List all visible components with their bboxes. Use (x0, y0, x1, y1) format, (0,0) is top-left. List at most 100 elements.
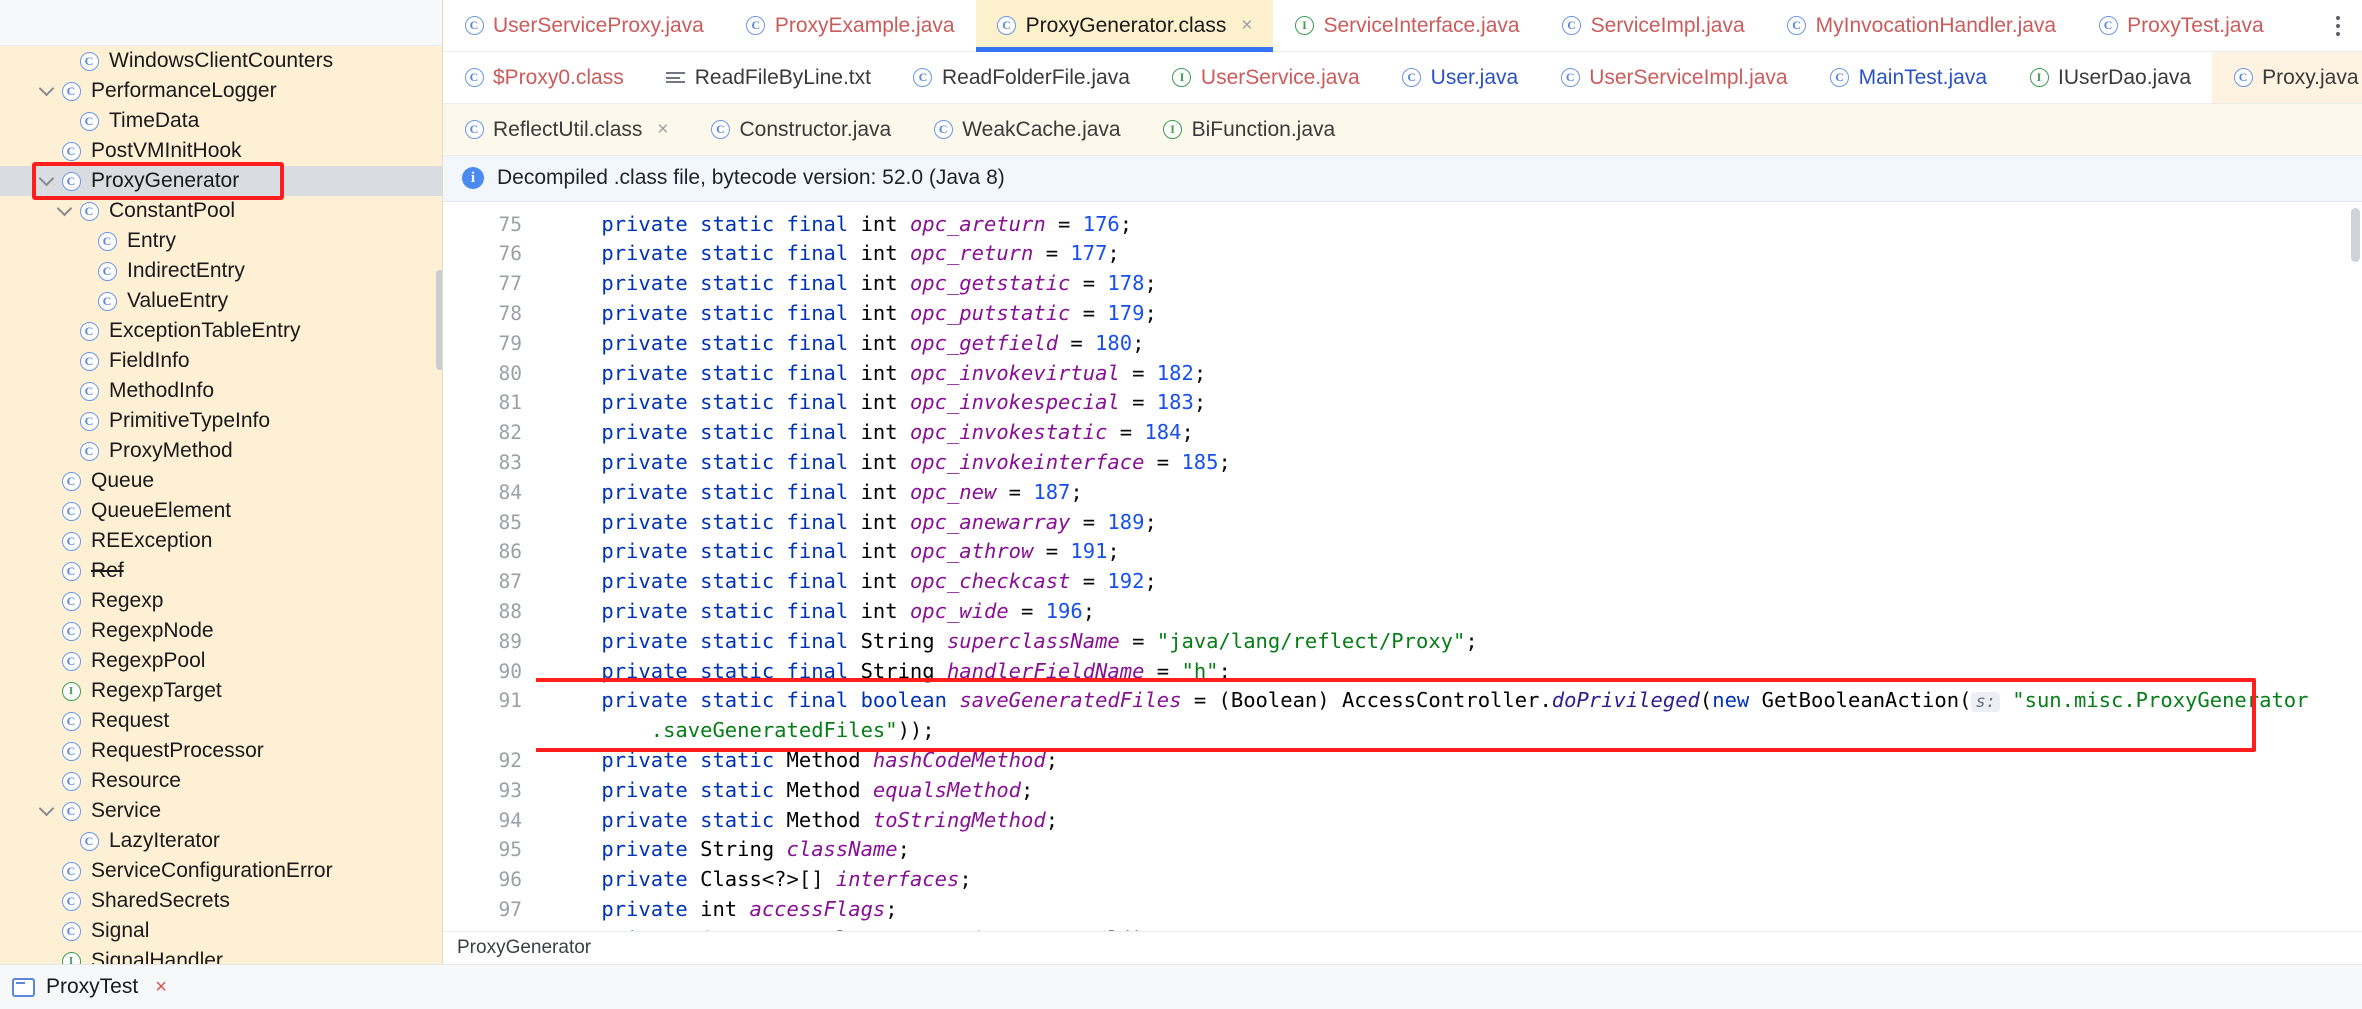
editor-tab-reflectutil-class[interactable]: C ReflectUtil.class × (443, 104, 689, 155)
editor-tab-serviceinterface-java[interactable]: I ServiceInterface.java (1273, 0, 1540, 51)
code-line[interactable]: private int accessFlags; (552, 895, 2362, 925)
editor-tab-proxygenerator-class[interactable]: C ProxyGenerator.class × (975, 0, 1274, 52)
tree-item-request[interactable]: C Request (0, 706, 442, 736)
code-line[interactable]: private static final int opc_areturn = 1… (552, 210, 2362, 240)
code-line[interactable]: private static final int opc_invokespeci… (552, 388, 2362, 418)
editor-tab-weakcache-java[interactable]: C WeakCache.java (912, 104, 1141, 155)
chevron-down-icon[interactable] (36, 800, 56, 817)
kebab-menu-icon[interactable] (2314, 0, 2362, 51)
tree-item-proxymethod[interactable]: C ProxyMethod (0, 436, 442, 466)
line-number-gutter: 75 76 77 78 79 80 81 82 83 84 85 86 87 88 89 90 91 92 93 94… (443, 202, 536, 931)
code-line[interactable]: private static final int opc_invokestati… (552, 418, 2362, 448)
editor-tab-maintest-java[interactable]: C MainTest.java (1809, 52, 2008, 103)
code-line[interactable]: private static final int opc_new = 187; (552, 478, 2362, 508)
code-line[interactable]: private static final int opc_checkcast =… (552, 567, 2362, 597)
tree-item-exceptiontableentry[interactable]: C ExceptionTableEntry (0, 316, 442, 346)
editor-tab-readfolderfile-java[interactable]: C ReadFolderFile.java (892, 52, 1151, 103)
tree-item-queue[interactable]: C Queue (0, 466, 442, 496)
tree-item-resource[interactable]: C Resource (0, 766, 442, 796)
tree-item-performancelogger[interactable]: C PerformanceLogger (0, 76, 442, 106)
tree-item-sharedsecrets[interactable]: C SharedSecrets (0, 886, 442, 916)
tree-item-valueentry[interactable]: C ValueEntry (0, 286, 442, 316)
editor-tab-proxytest-java[interactable]: C ProxyTest.java (2077, 0, 2285, 51)
decompiled-notice-text: Decompiled .class file, bytecode version… (497, 166, 1005, 190)
tree-item-regexptarget[interactable]: I RegexpTarget (0, 676, 442, 706)
editor-tab-iuserdao-java[interactable]: I IUserDao.java (2008, 52, 2212, 103)
editor-tab--proxy0-class[interactable]: C $Proxy0.class (443, 52, 645, 103)
code-content[interactable]: private static final int opc_areturn = 1… (536, 202, 2362, 931)
tree-item-methodinfo[interactable]: C MethodInfo (0, 376, 442, 406)
tree-item-timedata[interactable]: C TimeData (0, 106, 442, 136)
close-icon[interactable]: × (1241, 16, 1252, 35)
tree-item-queueelement[interactable]: C QueueElement (0, 496, 442, 526)
tab-row-2[interactable]: C $Proxy0.class ReadFileByLine.txt C ReadFol… (443, 52, 2362, 104)
code-line[interactable]: private Class<?>[] interfaces; (552, 865, 2362, 895)
tree-item-serviceconfigurationerror[interactable]: C ServiceConfigurationError (0, 856, 442, 886)
editor-tab-bifunction-java[interactable]: I BiFunction.java (1142, 104, 1357, 155)
sidebar-scrollbar-thumb[interactable] (436, 270, 442, 370)
project-tree-panel[interactable]: C WindowsClientCounters C PerformanceLogger… (0, 0, 443, 964)
code-line[interactable]: private static final int opc_return = 17… (552, 239, 2362, 269)
chevron-down-icon[interactable] (36, 170, 56, 187)
tree-item-signal[interactable]: C Signal (0, 916, 442, 946)
code-line[interactable]: private static final String superclassNa… (552, 627, 2362, 657)
code-line[interactable]: private static final int opc_getfield = … (552, 329, 2362, 359)
breadcrumb[interactable]: ProxyGenerator (443, 931, 2362, 964)
tree-item-primitivetypeinfo[interactable]: C PrimitiveTypeInfo (0, 406, 442, 436)
class-icon: C (76, 111, 102, 131)
tab-row-1[interactable]: C UserServiceProxy.java C ProxyExample.java… (443, 0, 2362, 52)
code-line[interactable]: private static final int opc_anewarray =… (552, 508, 2362, 538)
editor-tab-userserviceproxy-java[interactable]: C UserServiceProxy.java (443, 0, 725, 51)
tree-item-regexpnode[interactable]: C RegexpNode (0, 616, 442, 646)
close-icon[interactable]: × (155, 976, 167, 999)
tree-item-proxygenerator[interactable]: C ProxyGenerator (0, 166, 442, 196)
code-line[interactable]: private static final int opc_putstatic =… (552, 299, 2362, 329)
tree-item-windowsclientcounters[interactable]: C WindowsClientCounters (0, 46, 442, 76)
editor-tab-proxyexample-java[interactable]: C ProxyExample.java (725, 0, 976, 51)
code-line[interactable]: private ConstantPool cp = new ConstantPo… (552, 925, 2362, 931)
code-line[interactable]: private static final int opc_invokeinter… (552, 448, 2362, 478)
code-line[interactable]: private static final String handlerField… (552, 657, 2362, 687)
tree-item-label: REException (91, 529, 213, 552)
code-line[interactable]: private static final int opc_athrow = 19… (552, 537, 2362, 567)
code-line[interactable]: private static final int opc_invokevirtu… (552, 359, 2362, 389)
line-number: 83 (498, 450, 522, 474)
code-editor[interactable]: 75 76 77 78 79 80 81 82 83 84 85 86 87 88 89 90 91 92 93 94… (443, 201, 2362, 931)
run-config-label[interactable]: ProxyTest (46, 975, 138, 999)
editor-tab-readfilebyline-txt[interactable]: ReadFileByLine.txt (645, 52, 892, 103)
tree-item-constantpool[interactable]: C ConstantPool (0, 196, 442, 226)
code-line[interactable]: private static Method equalsMethod; (552, 776, 2362, 806)
editor-tab-userserviceimpl-java[interactable]: C UserServiceImpl.java (1539, 52, 1808, 103)
code-line[interactable]: private String className; (552, 835, 2362, 865)
project-tree[interactable]: C WindowsClientCounters C PerformanceLogger… (0, 46, 442, 964)
tree-item-ref[interactable]: C Ref (0, 556, 442, 586)
tree-item-requestprocessor[interactable]: C RequestProcessor (0, 736, 442, 766)
chevron-down-icon[interactable] (54, 200, 74, 217)
tree-item-entry[interactable]: C Entry (0, 226, 442, 256)
editor-tab-userservice-java[interactable]: I UserService.java (1151, 52, 1381, 103)
tree-item-service[interactable]: C Service (0, 796, 442, 826)
close-icon[interactable]: × (657, 120, 668, 139)
editor-tab-serviceimpl-java[interactable]: C ServiceImpl.java (1541, 0, 1766, 51)
tree-item-signalhandler[interactable]: I SignalHandler (0, 946, 442, 964)
code-line[interactable]: private static final int opc_wide = 196; (552, 597, 2362, 627)
tree-item-indirectentry[interactable]: C IndirectEntry (0, 256, 442, 286)
chevron-down-icon[interactable] (36, 80, 56, 97)
tree-item-postvminithook[interactable]: C PostVMInitHook (0, 136, 442, 166)
code-line[interactable]: private static final boolean saveGenerat… (552, 686, 2362, 746)
code-line[interactable]: private static final int opc_getstatic =… (552, 269, 2362, 299)
tree-item-reexception[interactable]: C REException (0, 526, 442, 556)
code-line[interactable]: private static Method toStringMethod; (552, 806, 2362, 836)
tree-item-regexp[interactable]: C Regexp (0, 586, 442, 616)
editor-tab-user-java[interactable]: C User.java (1381, 52, 1540, 103)
tab-row-3[interactable]: C ReflectUtil.class × C Constructor.java C Wea… (443, 104, 2362, 156)
tree-item-label: Regexp (91, 589, 164, 612)
tree-item-fieldinfo[interactable]: C FieldInfo (0, 346, 442, 376)
code-line[interactable]: private static Method hashCodeMethod; (552, 746, 2362, 776)
editor-tab-constructor-java[interactable]: C Constructor.java (689, 104, 912, 155)
editor-tab-myinvocationhandler-java[interactable]: C MyInvocationHandler.java (1766, 0, 2077, 51)
editor-tab-proxy-java[interactable]: C Proxy.java (2212, 52, 2362, 103)
editor-scrollbar-thumb[interactable] (2351, 207, 2360, 262)
tree-item-regexppool[interactable]: C RegexpPool (0, 646, 442, 676)
tree-item-lazyiterator[interactable]: C LazyIterator (0, 826, 442, 856)
